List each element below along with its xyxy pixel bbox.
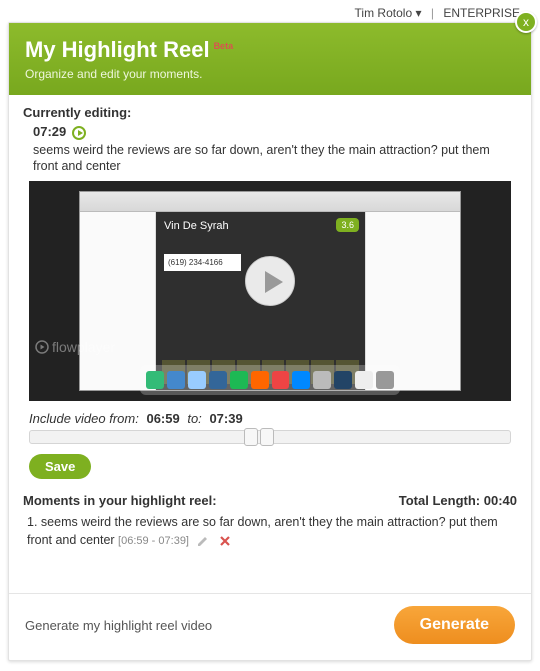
highlight-reel-modal: x My Highlight ReelBeta Organize and edi… [8, 22, 532, 661]
range-row: Include video from: 06:59 to: 07:39 [29, 411, 511, 426]
delete-icon[interactable] [218, 534, 232, 548]
generate-button[interactable]: Generate [394, 606, 515, 644]
video-player[interactable]: Vin De Syrah 3.6 (619) 234-4166 flowplay… [29, 181, 511, 401]
separator: | [431, 6, 434, 20]
footer-text: Generate my highlight reel video [25, 618, 212, 633]
modal-subtitle: Organize and edit your moments. [25, 67, 515, 81]
slider-handle-from[interactable] [244, 428, 258, 446]
from-value: 06:59 [146, 411, 179, 426]
timestamp-row: 07:29 [33, 124, 517, 140]
moment-range: [06:59 - 07:39] [118, 535, 189, 547]
close-button[interactable]: x [515, 11, 537, 33]
to-value: 07:39 [209, 411, 242, 426]
moment-index: 1. [27, 515, 37, 529]
modal-body: Currently editing: 07:29 seems weird the… [9, 95, 531, 549]
enterprise-link[interactable]: ENTERPRISE [443, 6, 520, 20]
moment-description: seems weird the reviews are so far down,… [33, 142, 517, 176]
currently-editing-label: Currently editing: [23, 105, 517, 120]
flowplayer-watermark: flowplayer [35, 339, 115, 355]
save-button[interactable]: Save [29, 454, 91, 479]
top-nav: Tim Rotolo ▾ | ENTERPRISE [355, 6, 520, 20]
pencil-icon[interactable] [196, 534, 210, 548]
user-menu[interactable]: Tim Rotolo ▾ [355, 6, 422, 20]
modal-footer: Generate my highlight reel video Generat… [9, 593, 531, 660]
info-card: (619) 234-4166 [164, 254, 241, 271]
range-slider[interactable] [29, 430, 511, 444]
modal-title: My Highlight ReelBeta [25, 37, 233, 63]
play-button[interactable] [245, 256, 295, 306]
mac-dock [140, 365, 400, 395]
to-label: to: [187, 411, 201, 426]
site-title: Vin De Syrah [164, 220, 357, 232]
browser-chrome [80, 192, 460, 212]
current-timestamp: 07:29 [33, 124, 66, 139]
from-label: Include video from: [29, 411, 139, 426]
moment-list-item: 1. seems weird the reviews are so far do… [23, 514, 517, 549]
slider-handle-to[interactable] [260, 428, 274, 446]
beta-badge: Beta [214, 41, 234, 51]
play-icon[interactable] [72, 126, 86, 140]
moments-heading: Moments in your highlight reel: [23, 493, 217, 508]
total-length: Total Length: 00:40 [399, 493, 517, 508]
moment-text: seems weird the reviews are so far down,… [27, 515, 498, 547]
modal-header: x My Highlight ReelBeta Organize and edi… [9, 23, 531, 95]
rating-badge: 3.6 [336, 218, 359, 232]
